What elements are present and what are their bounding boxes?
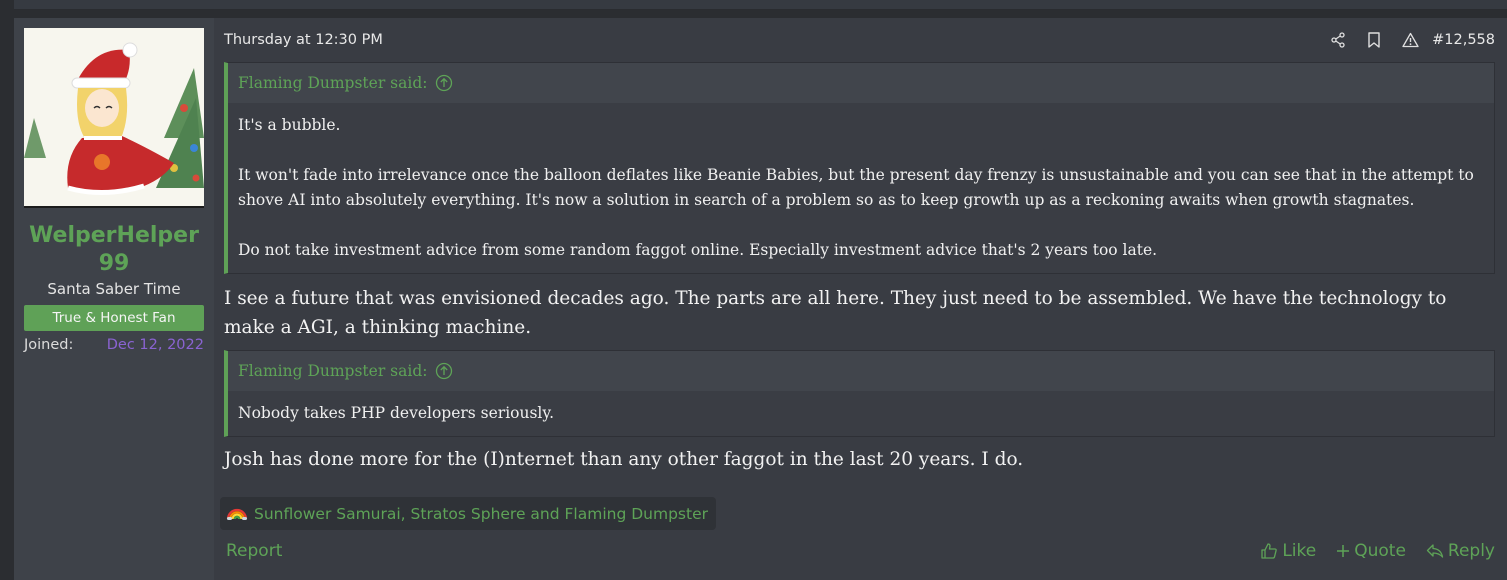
joined-row: Joined: Dec 12, 2022 [24, 337, 204, 353]
plus-icon [1337, 545, 1350, 557]
bookmark-icon[interactable] [1356, 29, 1392, 51]
quote-label: Quote [1354, 541, 1406, 561]
post-header: Thursday at 12:30 PM #12,558 [214, 18, 1507, 62]
reply-button[interactable]: Reply [1426, 541, 1495, 561]
joined-date: Dec 12, 2022 [106, 337, 204, 353]
quote-header: Flaming Dumpster said: [228, 351, 1494, 391]
quote-body: It's a bubble. It won't fade into irrele… [228, 103, 1494, 273]
report-button[interactable]: Report [226, 541, 282, 561]
user-info-panel: WelperHelper99 Santa Saber Time True & H… [14, 18, 214, 580]
quote-paragraph: Do not take investment advice from some … [238, 241, 1158, 259]
quote-paragraph: Nobody takes PHP developers seriously. [238, 404, 555, 422]
quote-author[interactable]: Flaming Dumpster said: [238, 74, 427, 92]
quote-author[interactable]: Flaming Dumpster said: [238, 362, 427, 380]
quote-body: Nobody takes PHP developers seriously. [228, 391, 1494, 436]
post-content: Thursday at 12:30 PM #12,558 Flaming Dum… [214, 18, 1507, 580]
jump-to-quote-icon[interactable] [435, 74, 453, 92]
user-banner: True & Honest Fan [24, 305, 204, 331]
thumbs-up-icon [1261, 543, 1278, 559]
quote-button[interactable]: Quote [1336, 541, 1406, 561]
reply-label: Reply [1447, 541, 1495, 561]
post-actions: Like Quote Reply [1260, 541, 1495, 561]
quote-header: Flaming Dumpster said: [228, 63, 1494, 103]
rainbow-icon [226, 502, 248, 526]
post-footer: Report Like Quote Reply [214, 537, 1507, 565]
share-icon[interactable] [1320, 29, 1356, 51]
post-date[interactable]: Thursday at 12:30 PM [224, 32, 383, 48]
like-label: Like [1282, 541, 1317, 561]
reply-text: I see a future that was envisioned decad… [224, 288, 1447, 338]
reply-text: Josh has done more for the (I)nternet th… [224, 449, 1024, 470]
reactions-bar[interactable]: Sunflower Samurai, Stratos Sphere and Fl… [220, 497, 716, 530]
report-warning-icon[interactable] [1392, 29, 1428, 51]
username[interactable]: WelperHelper99 [22, 222, 206, 278]
quote-paragraph: It won't fade into irrelevance once the … [238, 166, 1474, 209]
quote-paragraph: It's a bubble. [238, 116, 341, 134]
reaction-names[interactable]: Sunflower Samurai, Stratos Sphere and Fl… [254, 505, 708, 523]
post-tools: #12,558 [1320, 29, 1495, 51]
user-title: Santa Saber Time [47, 280, 181, 298]
santa-saber-avatar-icon [24, 28, 204, 206]
post-number[interactable]: #12,558 [1432, 32, 1495, 48]
forum-post: WelperHelper99 Santa Saber Time True & H… [14, 18, 1507, 580]
joined-label: Joined: [24, 337, 74, 353]
previous-post-edge [14, 0, 1507, 10]
reply-arrow-icon [1426, 544, 1444, 558]
quote-block: Flaming Dumpster said: Nobody takes PHP … [224, 350, 1495, 437]
avatar[interactable] [24, 28, 204, 208]
like-button[interactable]: Like [1260, 541, 1316, 561]
jump-to-quote-icon[interactable] [435, 362, 453, 380]
quote-block: Flaming Dumpster said: It's a bubble. It… [224, 62, 1495, 274]
